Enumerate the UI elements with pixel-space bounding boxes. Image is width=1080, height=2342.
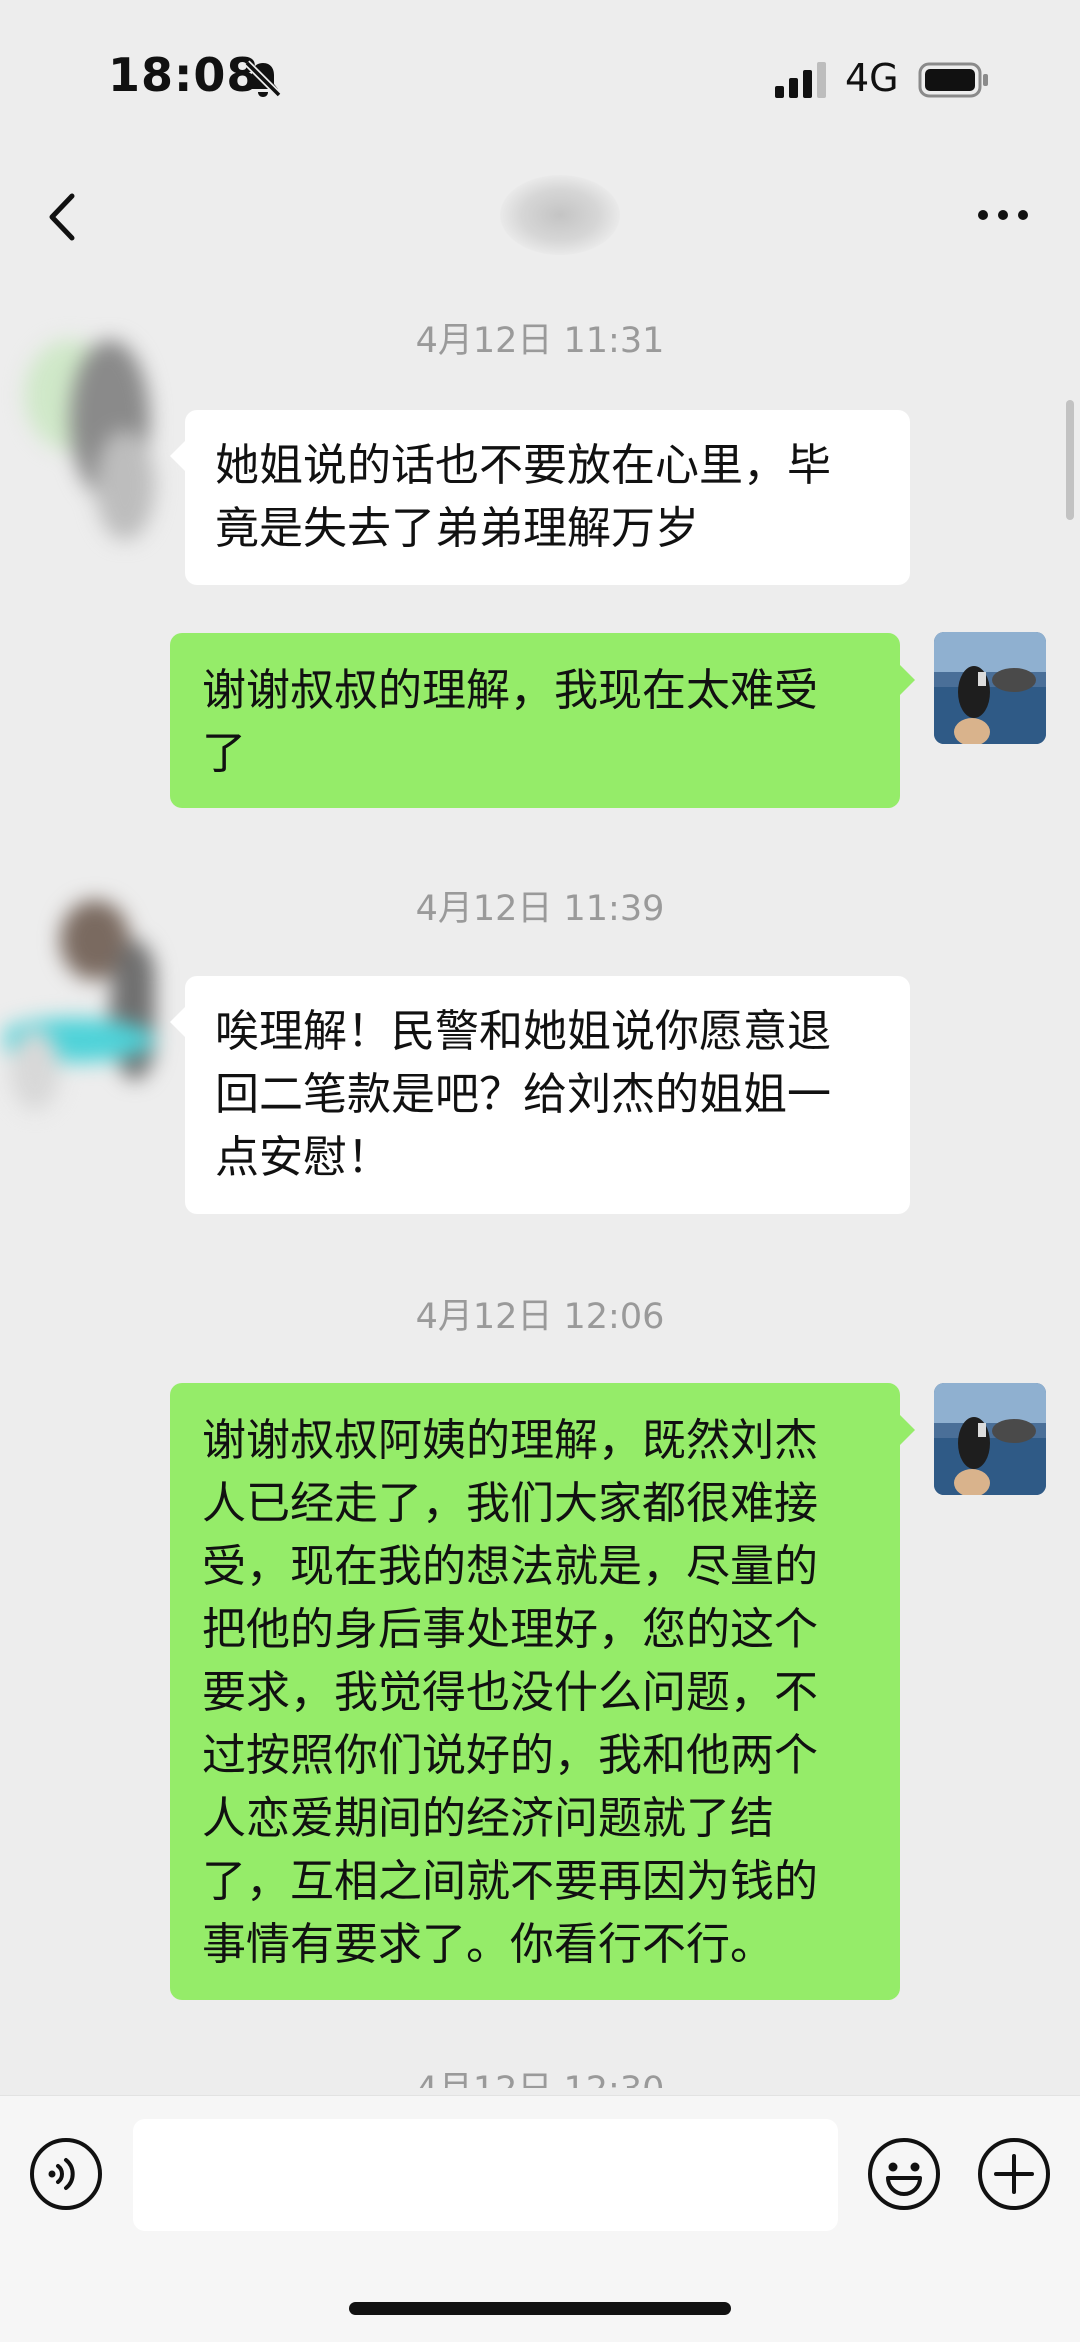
user-avatar[interactable] xyxy=(934,1383,1046,1495)
bell-muted-icon xyxy=(244,60,282,98)
signal-icon xyxy=(775,62,826,98)
message-timestamp: 4月12日 11:39 xyxy=(415,889,665,929)
message-input[interactable] xyxy=(133,2119,838,2231)
incoming-message-bubble[interactable]: 她姐说的话也不要放在心里，毕 竟是失去了弟弟理解万岁 xyxy=(185,410,910,585)
network-label: 4G xyxy=(845,56,899,100)
chevron-left-icon[interactable] xyxy=(38,182,88,252)
contact-avatar[interactable] xyxy=(15,325,165,555)
bubble-tail xyxy=(170,440,186,472)
user-avatar[interactable] xyxy=(934,632,1046,744)
outgoing-message-bubble[interactable]: 谢谢叔叔阿姨的理解，既然刘杰 人已经走了，我们大家都很难接 受，现在我的想法就是… xyxy=(170,1383,900,2000)
home-indicator[interactable] xyxy=(349,2302,731,2315)
status-bar: 18:08 4G xyxy=(0,0,1080,160)
emoji-icon[interactable] xyxy=(866,2136,942,2212)
scrollbar-thumb[interactable] xyxy=(1066,400,1074,520)
bubble-tail xyxy=(899,1414,915,1446)
message-timestamp-partial: 4月12日 12:30 xyxy=(0,2060,1080,2088)
message-timestamp: 4月12日 12:06 xyxy=(415,1297,665,1337)
chat-header xyxy=(0,160,1080,290)
contact-avatar[interactable] xyxy=(0,880,160,1110)
outgoing-message-bubble[interactable]: 谢谢叔叔的理解，我现在太难受 了 xyxy=(170,633,900,808)
contact-name-blurred xyxy=(500,175,620,255)
incoming-message-bubble[interactable]: 唉理解！民警和她姐说你愿意退 回二笔款是吧？给刘杰的姐姐一 点安慰！ xyxy=(185,976,910,1214)
bubble-tail xyxy=(899,664,915,696)
plus-icon[interactable] xyxy=(976,2136,1052,2212)
more-dots-icon[interactable] xyxy=(975,200,1031,230)
status-time: 18:08 xyxy=(108,48,260,102)
voice-icon[interactable] xyxy=(28,2136,104,2212)
bubble-tail xyxy=(170,1006,186,1038)
battery-icon xyxy=(918,62,988,98)
